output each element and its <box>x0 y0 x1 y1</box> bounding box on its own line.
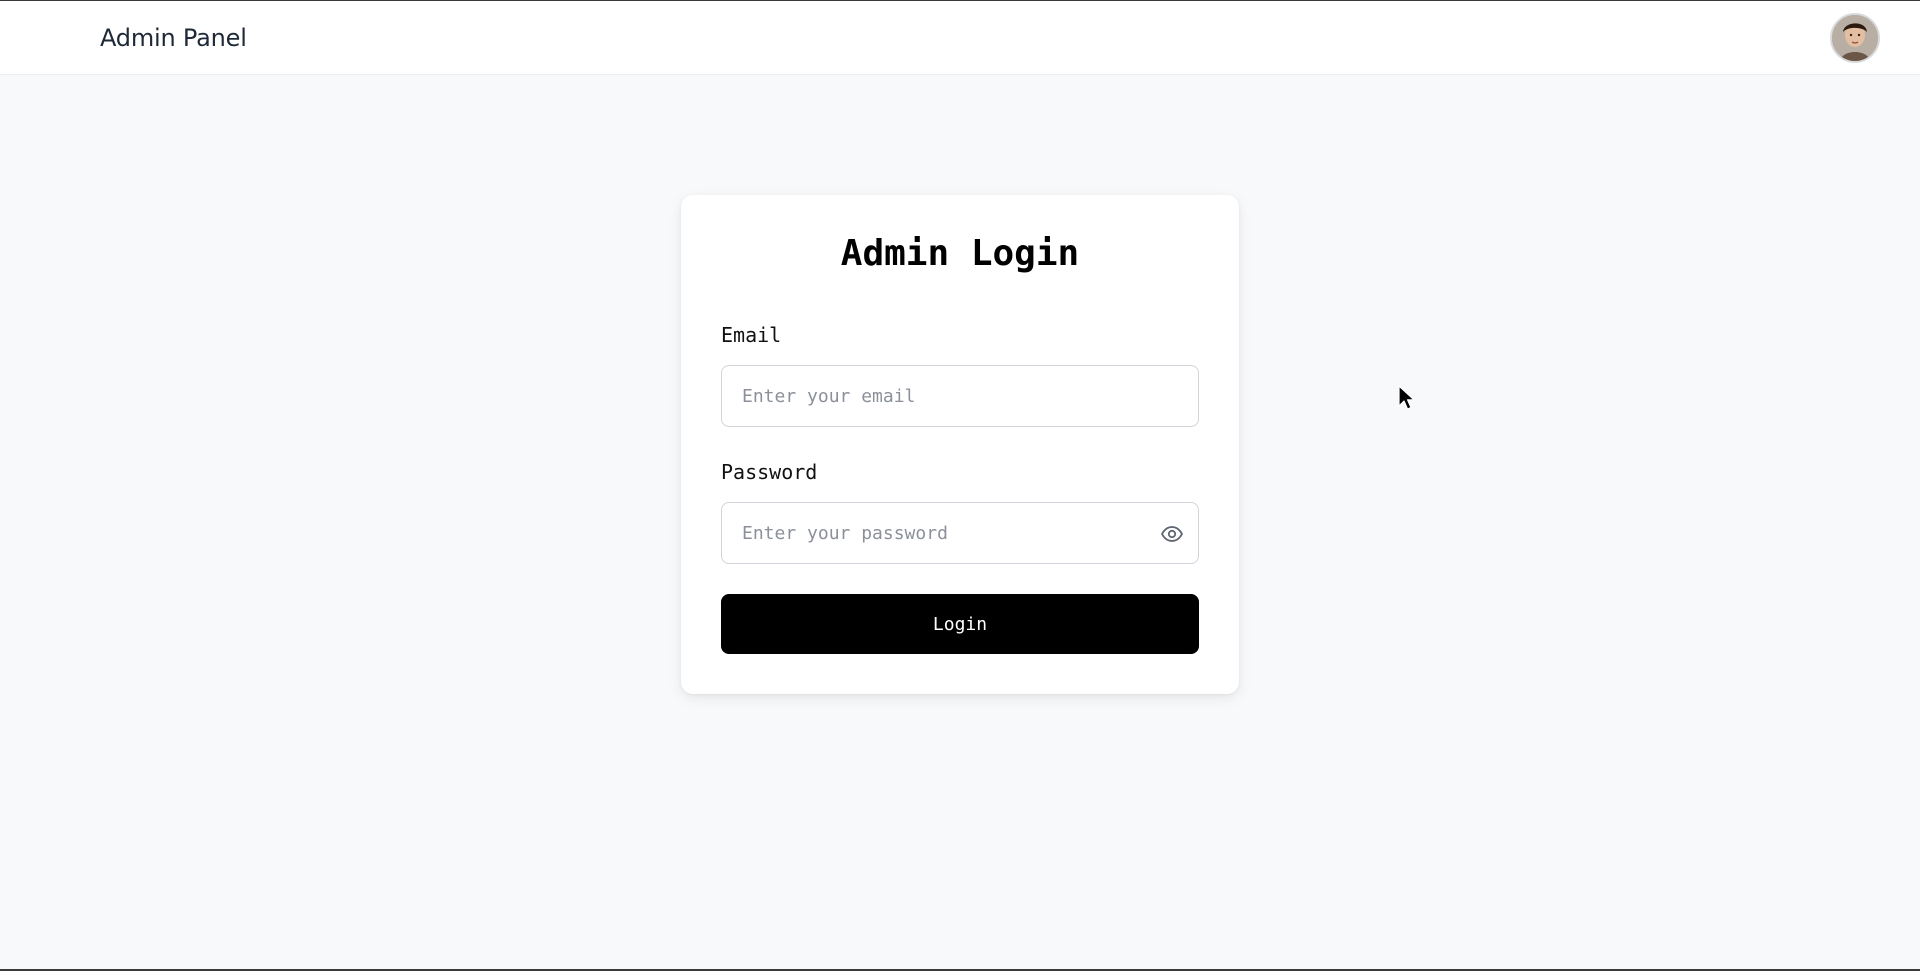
email-input[interactable] <box>722 366 1198 426</box>
top-navigation-bar: Admin Panel <box>0 0 1920 75</box>
login-title: Admin Login <box>840 233 1080 274</box>
email-field-container <box>721 365 1199 427</box>
mouse-pointer-icon <box>1398 385 1415 410</box>
login-button[interactable]: Login <box>721 594 1199 654</box>
eye-icon[interactable] <box>1160 522 1184 546</box>
login-card: Admin Login Email Password Login <box>681 195 1239 694</box>
password-input[interactable] <box>722 503 1198 563</box>
user-avatar-icon[interactable] <box>1830 13 1880 63</box>
password-field-container <box>721 502 1199 564</box>
app-title: Admin Panel <box>100 24 247 52</box>
email-label: Email <box>721 323 782 347</box>
avatar-portrait-icon <box>1832 15 1878 61</box>
password-label: Password <box>721 460 818 484</box>
